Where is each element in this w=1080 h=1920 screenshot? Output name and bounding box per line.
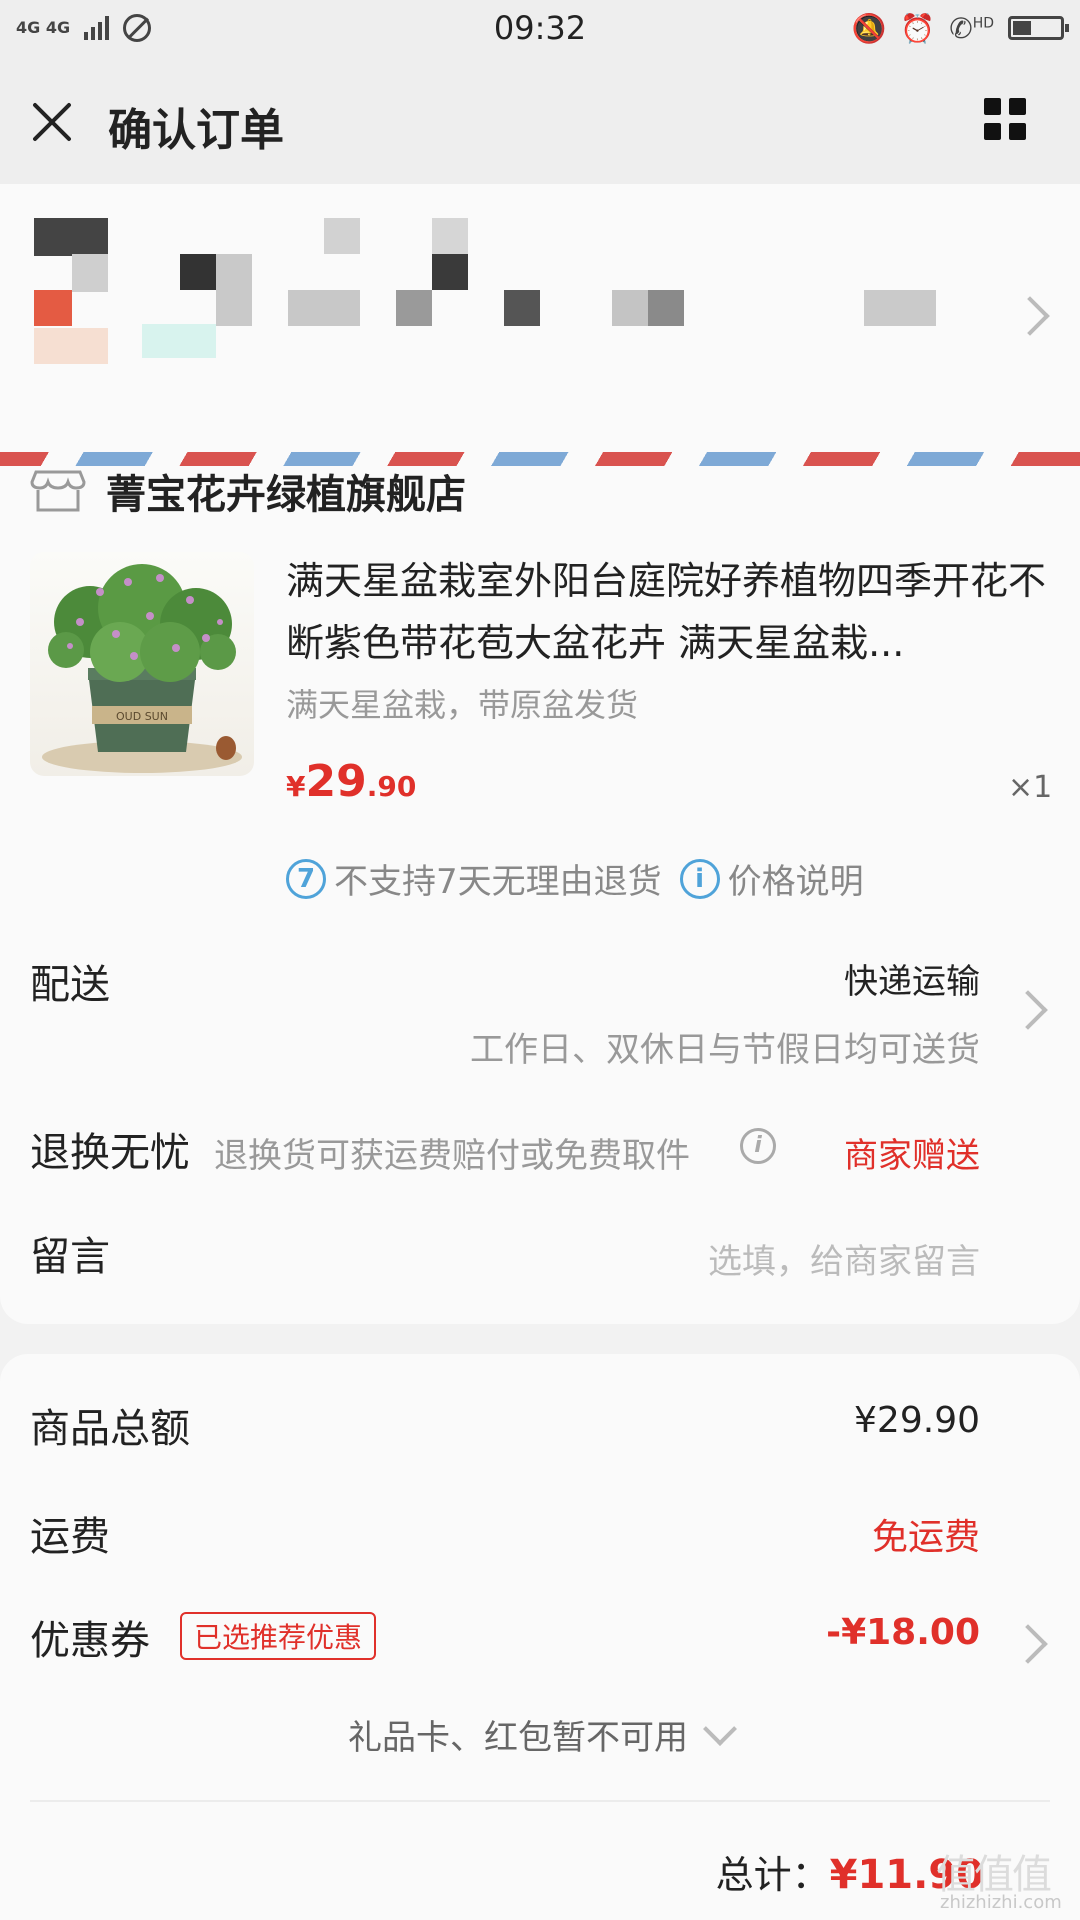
info-icon: i (679, 858, 720, 899)
message-label: 留言 (30, 1234, 110, 1280)
coupon-label: 优惠券 (30, 1618, 150, 1664)
blurred-address-block (216, 254, 252, 326)
nav-bar: 确认订单 (0, 56, 1080, 185)
price-decimal: .90 (366, 770, 417, 803)
order-card: 菁宝花卉绿植旗舰店 OUD SUN 满天星盆栽室外阳台庭院好养植物四季开花不断紫… (0, 184, 1080, 1324)
product-quantity: ×1 (1008, 770, 1053, 805)
status-bar: 4G 4G 09:32 🔕 ⏰ ✆HD (0, 0, 1080, 56)
page-title: 确认订单 (108, 105, 284, 156)
returns-label: 退换无忧 (30, 1130, 190, 1176)
service-price-note[interactable]: 价格说明 (728, 854, 864, 903)
blurred-address-block (504, 290, 540, 326)
blurred-address-block (324, 218, 360, 254)
volte-icon: ✆HD (949, 11, 994, 45)
product-sku: 满天星盆栽，带原盆发货 (286, 686, 639, 724)
coupon-tag: 已选推荐优惠 (180, 1612, 377, 1660)
product-title[interactable]: 满天星盆栽室外阳台庭院好养植物四季开花不断紫色带花苞大盆花卉 满天星盆栽... (286, 550, 1046, 674)
watermark-domain: zhizhizhi.com (940, 1892, 1062, 1913)
watermark: 值值值 zhizhizhi.com (932, 1842, 1080, 1920)
blurred-address-block (142, 324, 216, 358)
potted-plant-illustration: OUD SUN (42, 564, 242, 773)
chevron-right-icon (1010, 296, 1050, 336)
message-input[interactable]: 选填，给商家留言 (580, 1234, 980, 1283)
battery-icon (1008, 16, 1069, 40)
blurred-address-block (432, 218, 468, 254)
product-price: ¥29.90 (286, 756, 416, 807)
network-indicator: 4G 4G (16, 18, 71, 37)
no-return-icon: 7 (286, 858, 326, 899)
product-image[interactable]: OUD SUN (30, 552, 254, 776)
chevron-down-icon (703, 1711, 737, 1746)
goods-total-value: ¥29.90 (854, 1400, 980, 1441)
blurred-address-block (34, 328, 108, 364)
close-icon[interactable] (30, 100, 74, 144)
blurred-address-block (864, 290, 936, 326)
summary-card: 商品总额 ¥29.90 运费 免运费 优惠券 已选推荐优惠 -¥18.00 礼品… (0, 1354, 1080, 1920)
blurred-address-block (34, 290, 72, 326)
address-section[interactable] (0, 184, 1080, 454)
chevron-right-icon[interactable] (1008, 990, 1048, 1030)
delivery-method[interactable]: 快递运输 (844, 954, 980, 1003)
chevron-right-icon[interactable] (1008, 1624, 1048, 1664)
do-not-disturb-icon (123, 14, 152, 42)
delivery-label: 配送 (30, 962, 110, 1008)
status-right: 🔕 ⏰ ✆HD (851, 11, 1069, 45)
status-left: 4G 4G (16, 14, 152, 42)
alarm-icon: ⏰ (900, 11, 936, 45)
pot-label: OUD SUN (116, 710, 168, 723)
blurred-address-block (288, 290, 360, 326)
divider (30, 1800, 1050, 1802)
blurred-address-block (396, 290, 432, 326)
menu-grid-icon[interactable] (984, 98, 1026, 140)
signal-icon (84, 16, 110, 40)
blurred-address-block (648, 290, 684, 326)
blurred-address-block (180, 254, 216, 290)
status-time: 09:32 (493, 9, 587, 47)
info-icon[interactable]: i (740, 1128, 776, 1164)
goods-total-label: 商品总额 (30, 1406, 190, 1452)
gift-card-text: 礼品卡、红包暂不可用 (348, 1718, 688, 1758)
delivery-note: 工作日、双休日与节假日均可送货 (470, 1030, 980, 1070)
gift-card-row[interactable]: 礼品卡、红包暂不可用 (0, 1710, 1080, 1759)
shop-icon (30, 470, 86, 512)
returns-badge: 商家赠送 (844, 1136, 980, 1176)
price-currency: ¥ (286, 770, 306, 803)
blurred-address-block (72, 254, 108, 292)
shop-name[interactable]: 菁宝花卉绿植旗舰店 (106, 462, 466, 520)
blurred-address-block (34, 218, 108, 256)
service-no-return[interactable]: 不支持7天无理由退货 (334, 854, 662, 903)
shipping-fee-value: 免运费 (871, 1517, 980, 1558)
hd-label: HD (972, 15, 994, 32)
returns-desc: 退换货可获运费赔付或免费取件 (214, 1136, 690, 1176)
price-integer: 29 (305, 756, 367, 807)
coupon-value[interactable]: -¥18.00 (826, 1612, 980, 1653)
total-label: 总计： (715, 1853, 830, 1897)
service-row: 7 不支持7天无理由退货 i 价格说明 (286, 854, 864, 903)
bell-muted-icon: 🔕 (851, 11, 887, 45)
shipping-fee-label: 运费 (30, 1514, 110, 1560)
blurred-address-block (432, 254, 468, 290)
